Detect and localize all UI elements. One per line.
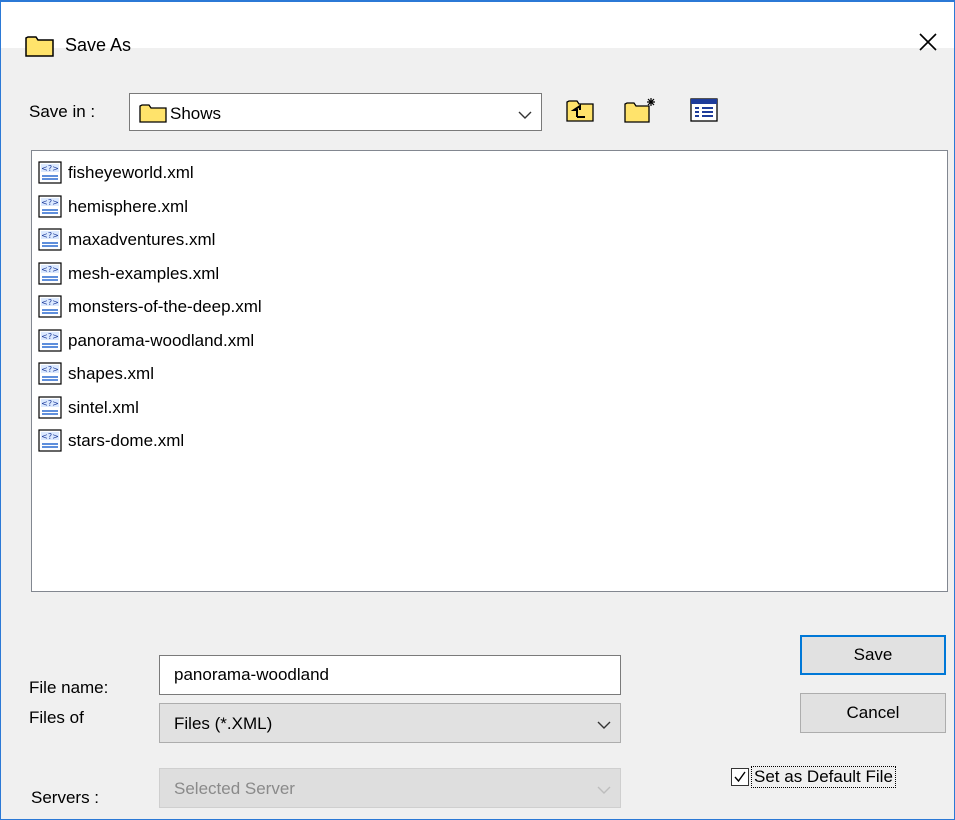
file-name-text: panorama-woodland.xml (68, 330, 255, 350)
list-item[interactable]: <?> stars-dome.xml (38, 426, 184, 456)
xml-file-icon: <?> (38, 295, 64, 319)
chevron-down-icon (596, 716, 612, 736)
files-of-value: Files (*.XML) (174, 714, 273, 733)
up-one-level-icon (565, 97, 595, 128)
xml-file-icon: <?> (38, 261, 64, 286)
cancel-button[interactable]: Cancel (800, 693, 946, 733)
svg-text:<?>: <?> (41, 231, 59, 240)
dialog-title: Save As (65, 35, 132, 55)
file-name-label: File name: (29, 678, 109, 697)
file-list[interactable]: <?> fisheyeworld.xml <?> hemisphere.xml <?> m… (31, 150, 948, 592)
files-of-dropdown[interactable]: Files (*.XML) (159, 703, 621, 743)
list-item[interactable]: <?> panorama-woodland.xml (38, 326, 254, 356)
svg-text:<?>: <?> (41, 432, 59, 441)
list-item[interactable]: <?> shapes.xml (38, 359, 154, 389)
svg-text:<?>: <?> (41, 265, 59, 274)
svg-text:<?>: <?> (41, 298, 59, 307)
file-name-text: fisheyeworld.xml (68, 163, 194, 182)
xml-file-icon: <?> (38, 194, 64, 219)
list-item[interactable]: <?> monsters-of-the-deep.xml (38, 292, 262, 322)
xml-file-icon: <?> (38, 362, 64, 386)
list-item[interactable]: <?> maxadventures.xml (38, 225, 215, 255)
file-name-text: maxadventures.xml (68, 230, 216, 249)
file-name-text: mesh-examples.xml (68, 263, 220, 283)
close-button[interactable] (908, 26, 948, 62)
file-name-text: hemisphere.xml (68, 196, 188, 216)
files-of-label: Files of (29, 708, 84, 727)
chevron-down-icon (596, 781, 612, 801)
folder-icon (25, 34, 55, 63)
xml-file-icon: <?> (38, 429, 64, 453)
details-view-icon (689, 97, 719, 128)
default-file-checkbox[interactable] (731, 768, 749, 786)
file-name-text: stars-dome.xml (68, 431, 185, 450)
servers-value: Selected Server (174, 779, 295, 798)
folder-icon (139, 103, 167, 128)
servers-dropdown: Selected Server (159, 768, 621, 808)
xml-file-icon: <?> (38, 328, 64, 353)
title-bar: Save As (1, 2, 954, 57)
new-folder-icon (623, 96, 657, 129)
xml-file-icon: <?> (38, 228, 64, 252)
list-item[interactable]: <?> hemisphere.xml (38, 192, 188, 222)
save-button[interactable]: Save (800, 635, 946, 675)
svg-text:<?>: <?> (41, 198, 59, 207)
new-folder-button[interactable] (623, 96, 657, 128)
save-as-dialog: Save As Save in : Shows <?> fisheyeworld… (0, 0, 955, 820)
svg-text:<?>: <?> (41, 399, 59, 408)
up-one-level-button[interactable] (563, 96, 597, 128)
servers-label: Servers : (31, 788, 100, 807)
list-item[interactable]: <?> mesh-examples.xml (38, 259, 219, 289)
file-name-text: sintel.xml (68, 397, 139, 417)
file-name-text: monsters-of-the-deep.xml (68, 297, 262, 316)
svg-text:<?>: <?> (41, 365, 59, 374)
xml-file-icon: <?> (38, 161, 64, 185)
save-in-label: Save in : (29, 102, 96, 121)
file-name-input[interactable]: panorama-woodland (159, 655, 621, 695)
chevron-down-icon (517, 106, 533, 126)
close-icon (918, 32, 938, 57)
save-in-dropdown[interactable]: Shows (129, 93, 542, 131)
list-item[interactable]: <?> sintel.xml (38, 393, 139, 423)
save-in-value: Shows (170, 104, 222, 123)
svg-text:<?>: <?> (41, 332, 59, 341)
list-item[interactable]: <?> fisheyeworld.xml (38, 158, 194, 188)
default-file-checkbox-row[interactable]: Set as Default File (731, 764, 896, 790)
details-view-button[interactable] (687, 96, 721, 128)
default-file-label: Set as Default File (751, 766, 896, 788)
xml-file-icon: <?> (38, 395, 64, 420)
file-name-text: shapes.xml (68, 364, 154, 383)
svg-text:<?>: <?> (41, 164, 59, 173)
